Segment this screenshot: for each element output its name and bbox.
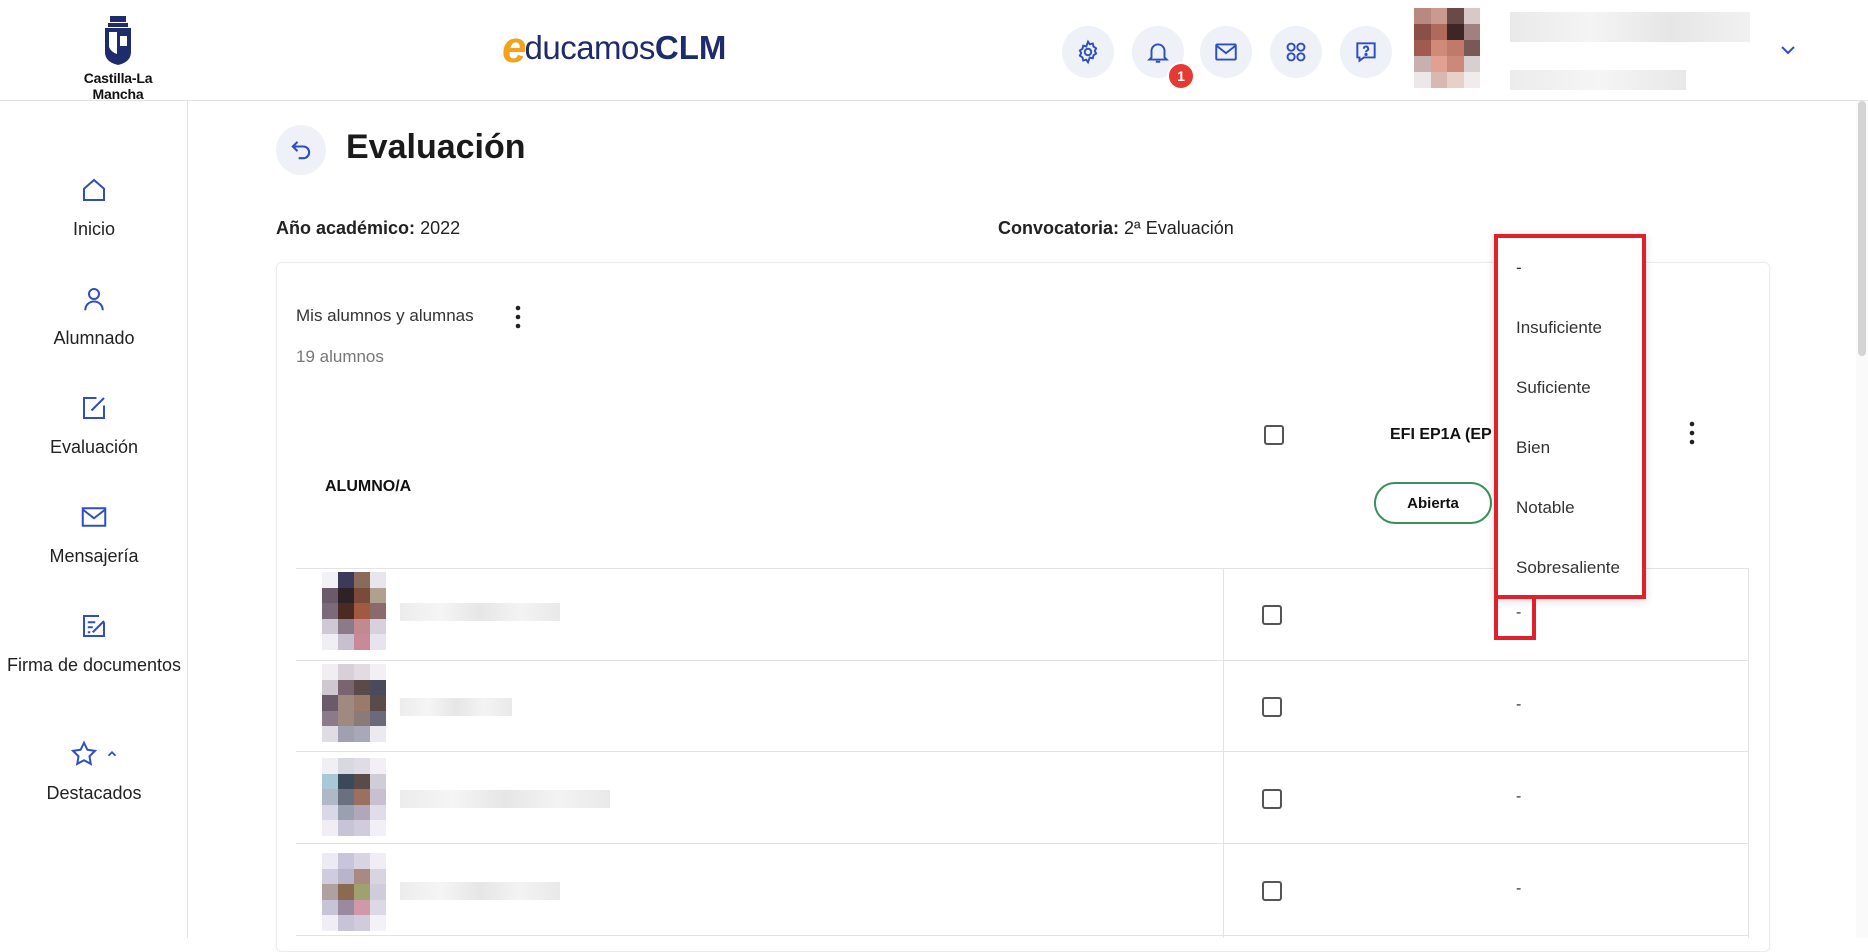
student-name-blurred bbox=[400, 603, 560, 621]
column-divider bbox=[1748, 568, 1749, 938]
card-options-icon[interactable] bbox=[506, 302, 530, 332]
table-divider bbox=[296, 935, 1748, 936]
chevron-up-icon[interactable] bbox=[105, 747, 119, 761]
student-column-header: ALUMNO/A bbox=[325, 478, 412, 495]
student-avatar bbox=[322, 572, 386, 650]
sidebar-item-firma-documentos[interactable]: Firma de documentos bbox=[0, 611, 188, 676]
grade-dropdown-menu: - Insuficiente Suficiente Bien Notable S… bbox=[1494, 234, 1646, 599]
grade-select[interactable]: - bbox=[1516, 880, 1521, 898]
brand-ducamos: ducamos bbox=[524, 29, 655, 66]
sidebar: Inicio Alumnado Evaluación Mensajería Fi… bbox=[0, 101, 188, 938]
sidebar-item-destacados[interactable]: Destacados bbox=[0, 739, 188, 804]
status-pill[interactable]: Abierta bbox=[1374, 482, 1492, 524]
academic-year: Año académico: 2022 bbox=[276, 218, 460, 239]
page-title: Evaluación bbox=[346, 128, 526, 166]
grade-select[interactable]: - bbox=[1516, 696, 1521, 714]
chevron-down-icon[interactable] bbox=[1776, 38, 1800, 62]
academic-year-value: 2022 bbox=[420, 218, 461, 238]
user-role-blurred bbox=[1510, 70, 1686, 90]
grade-select[interactable]: - bbox=[1516, 788, 1521, 806]
scrollbar-thumb[interactable] bbox=[1858, 101, 1866, 356]
table-divider bbox=[296, 660, 1748, 661]
convocatoria: Convocatoria: 2ª Evaluación bbox=[998, 218, 1234, 239]
student-avatar bbox=[322, 853, 386, 931]
student-name-blurred bbox=[400, 790, 610, 808]
sidebar-item-alumnado[interactable]: Alumnado bbox=[0, 284, 188, 349]
convocatoria-value: 2ª Evaluación bbox=[1124, 218, 1234, 238]
sign-document-icon bbox=[83, 615, 105, 637]
sidebar-item-label: Alumnado bbox=[53, 328, 135, 348]
column-options-icon[interactable] bbox=[1680, 418, 1704, 448]
mail-icon bbox=[81, 507, 107, 527]
sidebar-item-label: Destacados bbox=[46, 783, 142, 803]
select-all-checkbox[interactable] bbox=[1264, 425, 1284, 445]
notification-badge: 1 bbox=[1167, 62, 1195, 90]
sidebar-item-label: Inicio bbox=[72, 219, 116, 239]
academic-year-label: Año académico: bbox=[276, 218, 416, 238]
mail-icon bbox=[1215, 43, 1237, 61]
page-scrollbar[interactable] bbox=[1856, 101, 1868, 938]
column-divider bbox=[1223, 568, 1224, 938]
table-divider bbox=[296, 751, 1748, 752]
grade-option-bien[interactable]: Bien bbox=[1516, 438, 1550, 458]
sidebar-item-evaluacion[interactable]: Evaluación bbox=[0, 393, 188, 458]
row-checkbox[interactable] bbox=[1262, 605, 1282, 625]
row-checkbox[interactable] bbox=[1262, 789, 1282, 809]
educamosclm-logo[interactable]: e ducamos CLM bbox=[502, 26, 726, 70]
sidebar-item-label: Evaluación bbox=[49, 437, 139, 457]
apps-grid-icon bbox=[1286, 42, 1306, 62]
top-bar: Castilla-La Mancha e ducamos CLM 1 bbox=[0, 0, 1868, 102]
brand-clm: CLM bbox=[654, 29, 727, 66]
table-divider bbox=[296, 843, 1748, 844]
row-checkbox[interactable] bbox=[1262, 697, 1282, 717]
settings-button[interactable] bbox=[1062, 26, 1114, 78]
brand-e: e bbox=[502, 23, 527, 72]
coat-of-arms-icon bbox=[105, 16, 131, 65]
convocatoria-label: Convocatoria: bbox=[998, 218, 1120, 238]
grade-option-notable[interactable]: Notable bbox=[1516, 498, 1575, 518]
student-name-blurred bbox=[400, 698, 512, 716]
apps-button[interactable] bbox=[1270, 26, 1322, 78]
gear-icon bbox=[1078, 39, 1098, 65]
sidebar-item-inicio[interactable]: Inicio bbox=[0, 175, 188, 240]
castilla-la-mancha-logo[interactable]: Castilla-La Mancha bbox=[58, 14, 178, 102]
back-arrow-icon bbox=[291, 141, 311, 160]
edit-icon bbox=[83, 397, 105, 419]
card-title: Mis alumnos y alumnas bbox=[296, 306, 474, 325]
grade-option-none[interactable]: - bbox=[1516, 258, 1522, 278]
sidebar-item-label: Firma de documentos bbox=[6, 655, 182, 675]
star-icon bbox=[70, 740, 98, 766]
help-chat-icon bbox=[1356, 42, 1376, 63]
student-count: 19 alumnos bbox=[296, 347, 384, 366]
selected-grade-highlight bbox=[1494, 598, 1536, 640]
user-icon bbox=[84, 288, 104, 311]
user-avatar[interactable] bbox=[1414, 8, 1480, 88]
grade-option-insuficiente[interactable]: Insuficiente bbox=[1516, 318, 1602, 338]
region-logo-text: Castilla-La Mancha bbox=[83, 70, 153, 102]
grade-option-sobresaliente[interactable]: Sobresaliente bbox=[1516, 558, 1620, 578]
messages-button[interactable] bbox=[1200, 26, 1252, 78]
row-checkbox[interactable] bbox=[1262, 881, 1282, 901]
student-avatar bbox=[322, 664, 386, 742]
help-button[interactable] bbox=[1340, 26, 1392, 78]
sidebar-item-label: Mensajería bbox=[49, 546, 139, 566]
bell-icon bbox=[1146, 43, 1170, 63]
subject-column-header: EFI EP1A (EP bbox=[1390, 426, 1492, 443]
student-avatar bbox=[322, 758, 386, 836]
sidebar-item-mensajeria[interactable]: Mensajería bbox=[0, 502, 188, 567]
home-icon bbox=[83, 178, 105, 201]
student-name-blurred bbox=[400, 882, 560, 900]
back-button[interactable] bbox=[276, 125, 326, 175]
user-name-blurred bbox=[1510, 12, 1750, 42]
grade-option-suficiente[interactable]: Suficiente bbox=[1516, 378, 1591, 398]
